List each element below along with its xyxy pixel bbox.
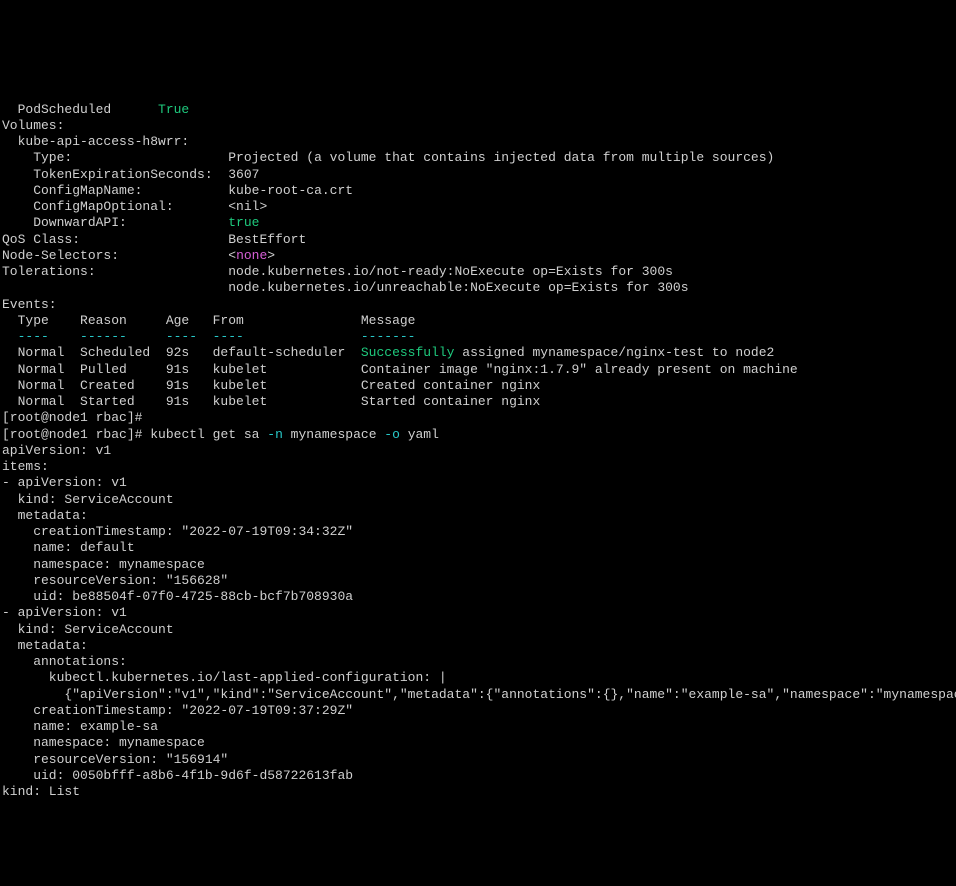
volume-name: kube-api-access-h8wrr: <box>2 134 189 149</box>
downwardapi-label: DownwardAPI: <box>2 215 228 230</box>
tolerations-label: Tolerations: <box>2 264 228 279</box>
configmapname-value: kube-root-ca.crt <box>228 183 353 198</box>
yaml-line: creationTimestamp: "2022-07-19T09:34:32Z… <box>2 524 353 539</box>
podscheduled-label: PodScheduled <box>2 102 158 117</box>
yaml-line: name: default <box>2 540 135 555</box>
nodeselectors-open: < <box>228 248 236 263</box>
yaml-line: - apiVersion: v1 <box>2 605 127 620</box>
yaml-line: kind: ServiceAccount <box>2 622 174 637</box>
shell-prompt: [root@node1 rbac]# <box>2 427 150 442</box>
yaml-line: resourceVersion: "156914" <box>2 752 228 767</box>
configmapoptional-label: ConfigMapOptional: <box>2 199 228 214</box>
volume-type-value: Projected (a volume that contains inject… <box>228 150 774 165</box>
yaml-line: annotations: <box>2 654 127 669</box>
command-part: kubectl get sa <box>150 427 267 442</box>
toleration-1: node.kubernetes.io/not-ready:NoExecute o… <box>228 264 673 279</box>
terminal-output[interactable]: PodScheduled True Volumes: kube-api-acce… <box>0 81 956 804</box>
events-dashes: ---- ------ ---- ---- ------- <box>2 329 415 344</box>
yaml-line: kind: List <box>2 784 80 799</box>
nodeselectors-label: Node-Selectors: <box>2 248 228 263</box>
yaml-line: name: example-sa <box>2 719 158 734</box>
event-row-4: Normal Started 91s kubelet Started conta… <box>2 394 540 409</box>
yaml-line: uid: 0050bfff-a8b6-4f1b-9d6f-d58722613fa… <box>2 768 353 783</box>
yaml-line: kind: ServiceAccount <box>2 492 174 507</box>
configmapoptional-value: <nil> <box>228 199 267 214</box>
event-row-1-success: Successfully <box>361 345 455 360</box>
event-row-2: Normal Pulled 91s kubelet Container imag… <box>2 362 798 377</box>
volume-type-label: Type: <box>2 150 228 165</box>
yaml-line: uid: be88504f-07f0-4725-88cb-bcf7b708930… <box>2 589 353 604</box>
command-flag: -o <box>384 427 400 442</box>
yaml-line: creationTimestamp: "2022-07-19T09:37:29Z… <box>2 703 353 718</box>
qosclass-value: BestEffort <box>228 232 306 247</box>
events-header: Events: <box>2 297 57 312</box>
event-row-3: Normal Created 91s kubelet Created conta… <box>2 378 540 393</box>
nodeselectors-none: none <box>236 248 267 263</box>
yaml-line: kubectl.kubernetes.io/last-applied-confi… <box>2 670 447 685</box>
yaml-line: {"apiVersion":"v1","kind":"ServiceAccoun… <box>2 687 956 702</box>
yaml-line: - apiVersion: v1 <box>2 475 127 490</box>
yaml-line: namespace: mynamespace <box>2 557 205 572</box>
command-part: mynamespace <box>283 427 384 442</box>
token-expiration-label: TokenExpirationSeconds: <box>2 167 228 182</box>
yaml-line: metadata: <box>2 508 88 523</box>
command-flag: -n <box>267 427 283 442</box>
yaml-line: resourceVersion: "156628" <box>2 573 228 588</box>
toleration-2: node.kubernetes.io/unreachable:NoExecute… <box>228 280 688 295</box>
podscheduled-value: True <box>158 102 189 117</box>
configmapname-label: ConfigMapName: <box>2 183 228 198</box>
events-columns: Type Reason Age From Message <box>2 313 415 328</box>
qosclass-label: QoS Class: <box>2 232 228 247</box>
volumes-label: Volumes: <box>2 118 64 133</box>
command-part: yaml <box>400 427 439 442</box>
yaml-line: metadata: <box>2 638 88 653</box>
yaml-line: namespace: mynamespace <box>2 735 205 750</box>
event-row-1b: assigned mynamespace/nginx-test to node2 <box>454 345 774 360</box>
tolerations-pad <box>2 280 228 295</box>
token-expiration-value: 3607 <box>228 167 259 182</box>
event-row-1a: Normal Scheduled 92s default-scheduler <box>2 345 361 360</box>
downwardapi-value: true <box>228 215 259 230</box>
yaml-line: items: <box>2 459 49 474</box>
shell-prompt: [root@node1 rbac]# <box>2 410 142 425</box>
yaml-line: apiVersion: v1 <box>2 443 111 458</box>
nodeselectors-close: > <box>267 248 275 263</box>
